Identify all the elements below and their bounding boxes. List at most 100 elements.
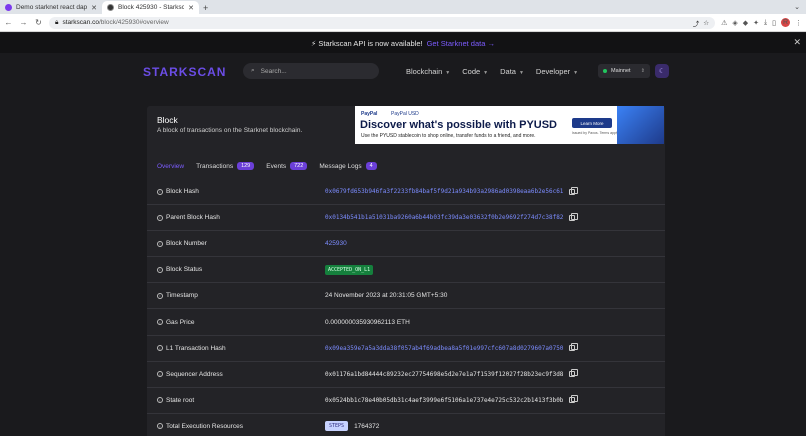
field-row-gas-price: i Gas Price 0.000000035930962113 ETH	[147, 309, 665, 336]
download-icon[interactable]: ⤓	[764, 19, 767, 27]
copy-icon[interactable]	[569, 343, 579, 352]
ad-brand-2: PayPal USD	[391, 111, 419, 117]
nav-data[interactable]: Data ▼	[500, 67, 524, 76]
field-label: Parent Block Hash	[166, 214, 220, 222]
page-subtitle: A block of transactions on the Starknet …	[157, 127, 303, 134]
block-number-link[interactable]: 425930	[325, 240, 347, 247]
copy-icon[interactable]	[569, 395, 579, 404]
url-input[interactable]: 🔒︎ starkscan.co/block/425930#overview ⤴ …	[49, 16, 716, 29]
lock-icon: 🔒︎	[55, 18, 59, 26]
l1-tx-hash-link[interactable]: 0x09ea359e7a5a3dda38f057ab4f69adbea8a5f0…	[325, 343, 579, 352]
chevron-down-icon: ▼	[518, 70, 524, 76]
starkscan-logo[interactable]: STARKSCAN	[143, 65, 226, 79]
field-label: Timestamp	[166, 292, 198, 300]
copy-icon[interactable]	[569, 186, 579, 195]
starkscan-favicon-icon	[107, 4, 114, 11]
status-badge: ACCEPTED_ON_L1	[325, 264, 374, 275]
field-row-block-hash: i Block Hash 0x0679fd653b946fa3f2233fb84…	[147, 179, 665, 206]
info-icon[interactable]: i	[157, 397, 163, 404]
info-icon[interactable]: i	[157, 345, 163, 352]
advertisement-banner[interactable]: PayPal PayPal USD Discover what's possib…	[355, 106, 664, 144]
search-input[interactable]: ⌕ Search...	[243, 63, 379, 79]
main-nav: Blockchain ▼ Code ▼ Data ▼ Developer ▼	[406, 67, 578, 76]
nav-code[interactable]: Code ▼	[462, 67, 488, 76]
tab-overview[interactable]: Overview	[157, 163, 184, 170]
extension-icon[interactable]: ⚠	[721, 19, 727, 27]
search-icon: ⌕	[251, 67, 255, 74]
network-select[interactable]: Mainnet ⇕	[598, 64, 650, 78]
info-icon[interactable]: i	[157, 319, 163, 326]
extension-icon[interactable]: ◈	[732, 19, 737, 27]
chevron-down-icon: ▼	[445, 70, 451, 76]
ad-body: Use the PYUSD stablecoin to shop online,…	[361, 133, 536, 139]
address-bar: ← → ↻ 🔒︎ starkscan.co/block/425930#overv…	[0, 14, 806, 32]
forward-icon[interactable]: →	[19, 18, 28, 27]
field-label: Block Hash	[166, 188, 199, 196]
back-icon[interactable]: ←	[4, 18, 13, 27]
ad-headline: Discover what's possible with PYUSD	[360, 119, 558, 131]
info-icon[interactable]: i	[157, 266, 163, 273]
info-icon[interactable]: i	[157, 371, 163, 378]
browser-tab-demo[interactable]: Demo starknet react dapp ✕	[0, 1, 102, 14]
dapp-favicon-icon	[5, 4, 12, 11]
field-row-timestamp: i Timestamp 24 November 2023 at 20:31:05…	[147, 283, 665, 310]
info-icon[interactable]: i	[157, 188, 163, 195]
field-label: State root	[166, 396, 195, 404]
block-hash-value[interactable]: 0x0679fd653b946fa3f2233fb84baf5f9d21a934…	[325, 186, 579, 195]
field-row-sequencer: i Sequencer Address 0x01176a1bd84444c892…	[147, 362, 665, 388]
field-label: Block Number	[166, 240, 207, 248]
field-row-state-root: i State root 0x0524bb1c78e40b05db31c4aef…	[147, 388, 665, 414]
field-row-l1-tx-hash: i L1 Transaction Hash 0x09ea359e7a5a3dda…	[147, 336, 665, 362]
new-tab-icon[interactable]: +	[203, 1, 208, 14]
sequencer-address-value: 0x01176a1bd84444c89232ec27754698e5d2e7e1…	[325, 369, 579, 378]
field-label: Block Status	[166, 266, 203, 274]
tab-transactions[interactable]: Transactions 129	[196, 162, 255, 170]
announcement-link[interactable]: Get Starknet data →	[427, 39, 495, 48]
theme-toggle-moon-icon[interactable]: ☾	[655, 64, 669, 78]
parent-hash-link[interactable]: 0x0134b541b1a51031ba9260a6b44b03fc39da3e…	[325, 212, 579, 221]
info-icon[interactable]: i	[157, 214, 163, 221]
nav-developer[interactable]: Developer ▼	[536, 67, 578, 76]
star-icon[interactable]: ☆	[703, 19, 709, 27]
close-icon[interactable]: ✕	[793, 37, 801, 48]
timestamp-value: 24 November 2023 at 20:31:05 GMT+5:30	[325, 292, 448, 300]
extension-icon[interactable]: ◆	[743, 19, 748, 27]
tab-events[interactable]: Events 722	[266, 162, 308, 170]
window-controls-icon[interactable]: ⌄	[794, 3, 800, 11]
field-row-block-status: i Block Status ACCEPTED_ON_L1	[147, 257, 665, 284]
nav-blockchain[interactable]: Blockchain ▼	[406, 67, 450, 76]
close-tab-icon[interactable]: ✕	[91, 4, 97, 12]
copy-icon[interactable]	[569, 369, 579, 378]
ad-learn-more-button[interactable]: Learn More	[572, 118, 612, 128]
tab-title: Block 425930 - Starkscan	[118, 4, 185, 11]
field-label: Gas Price	[166, 318, 195, 326]
block-fields: i Block Hash 0x0679fd653b946fa3f2233fb84…	[147, 179, 665, 436]
search-placeholder: Search...	[260, 67, 287, 75]
count-badge: 129	[237, 162, 255, 170]
execution-resources-value: STEPS 1764372	[325, 421, 379, 432]
browser-tab-starkscan[interactable]: Block 425930 - Starkscan ✕	[102, 1, 199, 14]
steps-tag: STEPS	[325, 421, 349, 432]
menu-dots-icon[interactable]: ⋮	[795, 19, 802, 27]
ad-graphic	[617, 106, 664, 144]
info-icon[interactable]: i	[157, 292, 163, 299]
share-icon[interactable]: ⤴	[693, 18, 700, 28]
extensions-area: ⚠ ◈ ◆ ✦ ⤓ ▯ R ⋮	[721, 18, 802, 27]
count-badge: 722	[290, 162, 308, 170]
info-icon[interactable]: i	[157, 240, 163, 247]
block-card: Block A block of transactions on the Sta…	[147, 106, 665, 436]
reload-icon[interactable]: ↻	[34, 18, 43, 27]
chevron-down-icon: ▼	[573, 70, 579, 76]
close-tab-icon[interactable]: ✕	[188, 4, 194, 12]
url-host: starkscan.co	[62, 19, 99, 26]
announcement-bar: ⚡ Starkscan API is now available! Get St…	[0, 33, 806, 53]
sidebar-icon[interactable]: ▯	[772, 19, 776, 27]
puzzle-icon[interactable]: ✦	[753, 19, 759, 27]
ad-brand: PayPal	[361, 111, 378, 117]
block-tabs: Overview Transactions 129 Events 722 Messa…	[157, 162, 377, 170]
profile-avatar[interactable]: R	[781, 18, 790, 27]
info-icon[interactable]: i	[157, 423, 163, 430]
tab-message-logs[interactable]: Message Logs 4	[319, 162, 377, 170]
copy-icon[interactable]	[569, 212, 579, 221]
network-status-dot	[603, 69, 607, 73]
